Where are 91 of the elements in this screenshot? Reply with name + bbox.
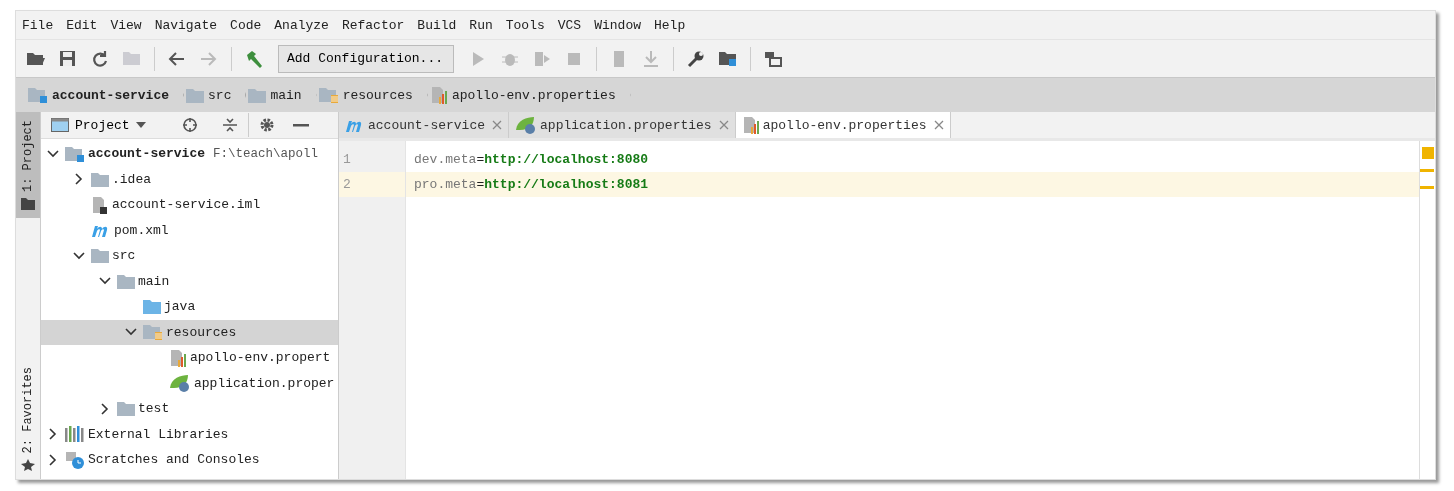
download-icon — [641, 48, 661, 69]
module-folder-icon — [65, 145, 85, 162]
tree-item-label: resources — [166, 324, 237, 340]
close-icon[interactable] — [718, 120, 729, 130]
menu-item[interactable]: Navigate — [154, 17, 226, 33]
folder-icon — [117, 401, 135, 417]
tree-item-label: java — [164, 299, 196, 315]
menu-item[interactable]: Build — [417, 17, 465, 33]
menu-item[interactable]: Refactor — [341, 17, 413, 33]
folder-icon — [91, 171, 109, 187]
line-number: 2 — [339, 172, 405, 197]
menu-item[interactable]: Run — [469, 17, 501, 33]
tree-item-label: pom.xml — [114, 222, 169, 238]
tree-item-label: External Libraries — [88, 426, 229, 442]
menu-item[interactable]: File — [22, 17, 62, 33]
editor-tab[interactable]: account-service — [339, 112, 510, 138]
tree-item[interactable]: test — [41, 396, 338, 422]
menu-item[interactable]: View — [110, 17, 150, 33]
save-icon — [58, 48, 78, 69]
tree-item-label: src — [112, 248, 136, 264]
tool-window-tab[interactable]: 1: Project — [16, 112, 40, 218]
collapse-all-icon[interactable] — [222, 117, 238, 133]
folder-icon — [21, 198, 35, 210]
menu-item[interactable]: Code — [230, 17, 270, 33]
marker-stripe-icon — [1420, 169, 1434, 172]
spring-leaf-icon — [515, 116, 538, 134]
chevron-down-icon[interactable] — [47, 147, 59, 160]
editor-tab[interactable]: apollo-env.properties — [735, 112, 951, 138]
minimize-icon[interactable] — [293, 123, 309, 127]
folder-icon — [186, 87, 205, 103]
tree-item-label: test — [138, 401, 170, 417]
source-folder-icon — [143, 299, 161, 315]
tree-item-label: .idea — [112, 171, 151, 187]
module-folder-icon — [28, 87, 48, 103]
tree-item[interactable]: main — [41, 268, 338, 294]
chevron-right-icon[interactable] — [47, 428, 59, 441]
tree-item[interactable]: External Libraries — [41, 421, 338, 447]
chevron-right-icon[interactable] — [73, 173, 85, 186]
menu-item[interactable]: VCS — [557, 17, 590, 33]
resources-folder-icon — [318, 87, 339, 103]
tree-item[interactable]: resources — [41, 319, 338, 345]
tree-item[interactable]: account-service F:\teach\apoll — [41, 141, 338, 167]
close-icon[interactable] — [933, 120, 944, 130]
close-icon[interactable] — [492, 120, 503, 130]
libraries-icon — [65, 426, 85, 443]
marker-stripe-icon — [1420, 186, 1434, 189]
tree-item-label: account-service — [88, 146, 206, 162]
menu-item[interactable]: Window — [594, 17, 649, 33]
chevron-right-icon[interactable] — [99, 402, 111, 415]
properties-file-icon — [169, 348, 187, 367]
tree-item[interactable]: java — [41, 294, 338, 320]
chevron-down-icon[interactable] — [73, 249, 85, 262]
scratches-icon — [65, 450, 85, 469]
window-icon — [51, 118, 69, 132]
project-path: F:\teach\apoll — [213, 146, 319, 161]
chevron-right-icon[interactable] — [47, 453, 59, 466]
run-configuration-dropdown[interactable]: Add Configuration... — [278, 44, 454, 73]
menu-item[interactable]: Help — [654, 17, 694, 33]
tree-item[interactable]: src — [41, 243, 338, 269]
spring-leaf-icon — [169, 374, 191, 393]
tree-item-label: main — [138, 273, 170, 289]
folder-icon — [117, 273, 135, 289]
tree-item-label: apollo-env.propert — [190, 350, 331, 366]
tree-item[interactable]: Scratches and Consoles — [41, 447, 338, 473]
module-file-icon — [91, 195, 109, 214]
editor-tab[interactable]: application.properties — [509, 112, 736, 138]
tree-item[interactable]: account-service.iml — [41, 192, 338, 218]
menu-item[interactable]: Tools — [505, 17, 553, 33]
caret-icon — [135, 122, 146, 128]
tree-item[interactable]: apollo-env.propert — [41, 345, 338, 371]
code-line: dev.meta=http://localhost:8080 — [413, 151, 650, 169]
tree-item-label: application.proper — [194, 375, 335, 391]
status-marker-icon — [1422, 147, 1434, 159]
menu-item[interactable]: Analyze — [274, 17, 337, 33]
menu-item[interactable]: Edit — [66, 17, 106, 33]
tree-item-label: account-service.iml — [112, 197, 261, 213]
tool-window-tab[interactable]: 2: Favorites — [16, 358, 40, 479]
properties-file-icon — [429, 86, 448, 104]
tree-item[interactable]: application.proper — [41, 370, 338, 396]
folder-icon — [91, 248, 109, 264]
folder-icon — [248, 87, 267, 103]
tree-item-label: Scratches and Consoles — [88, 452, 260, 468]
star-icon — [21, 459, 35, 471]
line-number: 1 — [342, 151, 352, 169]
resources-folder-icon — [143, 324, 163, 341]
properties-file-icon — [741, 116, 760, 134]
target-icon[interactable] — [182, 117, 198, 133]
tree-item[interactable]: .idea — [41, 166, 338, 192]
tree-item[interactable]: pom.xml — [41, 217, 338, 243]
refresh-icon — [90, 48, 110, 69]
settings-icon[interactable] — [259, 117, 275, 133]
